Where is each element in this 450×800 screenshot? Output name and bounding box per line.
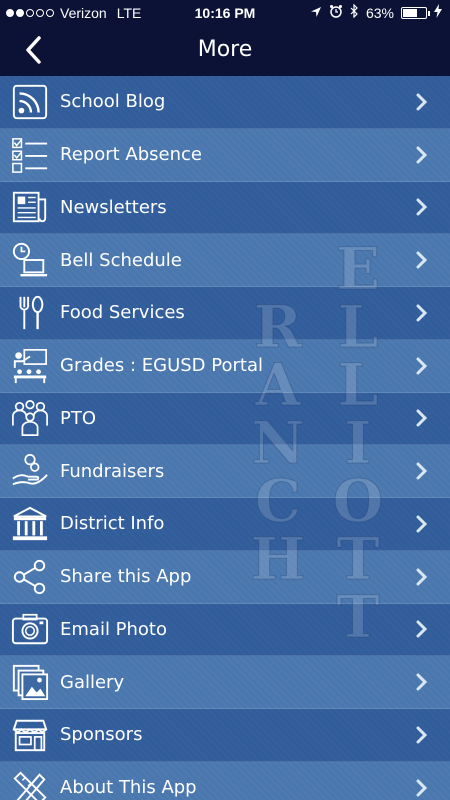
menu-item-label: Email Photo bbox=[60, 618, 168, 640]
menu-item-email-photo[interactable]: Email Photo bbox=[0, 603, 450, 657]
menu-item-label: Fundraisers bbox=[60, 460, 165, 482]
status-right: 63% bbox=[310, 3, 442, 21]
rss-icon bbox=[10, 82, 50, 122]
menu-item-label: Sponsors bbox=[60, 724, 143, 746]
camera-icon bbox=[10, 609, 50, 649]
building-icon bbox=[10, 504, 50, 544]
classroom-icon bbox=[10, 346, 50, 386]
page-title: More bbox=[197, 37, 253, 62]
alarm-icon bbox=[329, 4, 343, 21]
chevron-right-icon bbox=[410, 515, 434, 533]
menu-item-label: District Info bbox=[60, 513, 165, 535]
menu-item-label: Bell Schedule bbox=[60, 249, 182, 271]
chevron-right-icon bbox=[410, 620, 434, 638]
fork-spoon-icon bbox=[10, 293, 50, 333]
menu-item-label: School Blog bbox=[60, 91, 166, 113]
chevron-right-icon bbox=[410, 357, 434, 375]
menu-item-district-info[interactable]: District Info bbox=[0, 498, 450, 551]
menu-item-label: Newsletters bbox=[60, 196, 167, 218]
charging-icon bbox=[434, 4, 442, 21]
menu-item-food-services[interactable]: Food Services bbox=[0, 287, 450, 340]
checklist-icon bbox=[10, 135, 50, 175]
nav-bar: More bbox=[0, 26, 450, 76]
menu-item-about-app[interactable]: About This App bbox=[0, 761, 450, 800]
chevron-right-icon bbox=[410, 93, 434, 111]
chevron-right-icon bbox=[410, 568, 434, 586]
menu-list[interactable]: School Blog Report Absence Newsletters B… bbox=[0, 76, 450, 800]
battery-percent: 63% bbox=[365, 4, 394, 21]
chevron-right-icon bbox=[410, 146, 434, 164]
photos-icon bbox=[10, 662, 50, 702]
battery-icon bbox=[401, 6, 430, 19]
menu-item-label: Report Absence bbox=[60, 144, 202, 166]
chevron-right-icon bbox=[410, 726, 434, 744]
menu-item-bell-schedule[interactable]: Bell Schedule bbox=[0, 234, 450, 287]
menu-item-label: About This App bbox=[60, 777, 197, 799]
menu-item-share-app[interactable]: Share this App bbox=[0, 550, 450, 604]
chevron-right-icon bbox=[410, 198, 434, 216]
chevron-right-icon bbox=[410, 251, 434, 269]
menu-item-school-blog[interactable]: School Blog bbox=[0, 76, 450, 129]
menu-item-newsletters[interactable]: Newsletters bbox=[0, 181, 450, 235]
people-icon bbox=[10, 398, 50, 438]
menu-item-label: Food Services bbox=[60, 302, 185, 324]
menu-item-label: Gallery bbox=[60, 671, 125, 693]
menu-item-label: Grades : EGUSD Portal bbox=[60, 355, 263, 377]
chevron-right-icon bbox=[410, 673, 434, 691]
menu-item-report-absence[interactable]: Report Absence bbox=[0, 128, 450, 182]
chevron-right-icon bbox=[410, 462, 434, 480]
newspaper-icon bbox=[10, 187, 50, 227]
chevron-right-icon bbox=[410, 304, 434, 322]
clock-laptop-icon bbox=[10, 240, 50, 280]
pencil-ruler-icon bbox=[10, 768, 50, 800]
share-icon bbox=[10, 557, 50, 597]
menu-item-fundraisers[interactable]: Fundraisers bbox=[0, 445, 450, 498]
hand-coins-icon bbox=[10, 451, 50, 491]
chevron-right-icon bbox=[410, 409, 434, 427]
status-bar: Verizon LTE 10:16 PM 63% bbox=[0, 0, 450, 26]
menu-item-pto[interactable]: PTO bbox=[0, 392, 450, 446]
menu-item-label: Share this App bbox=[60, 566, 192, 588]
location-icon bbox=[310, 5, 322, 21]
menu-item-gallery[interactable]: Gallery bbox=[0, 656, 450, 709]
menu-item-sponsors[interactable]: Sponsors bbox=[0, 709, 450, 762]
bluetooth-icon bbox=[350, 3, 359, 21]
storefront-icon bbox=[10, 715, 50, 755]
menu-item-grades-portal[interactable]: Grades : EGUSD Portal bbox=[0, 339, 450, 393]
menu-item-label: PTO bbox=[60, 407, 97, 429]
chevron-right-icon bbox=[410, 779, 434, 797]
